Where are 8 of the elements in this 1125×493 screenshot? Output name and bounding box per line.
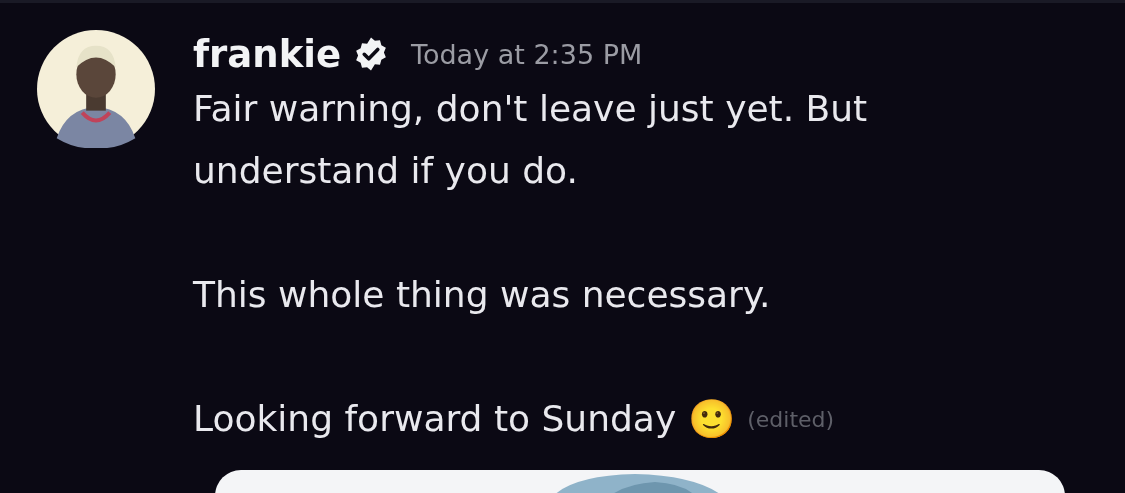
edited-label: (edited) <box>747 406 835 432</box>
message-text: Fair warning, don't leave just yet. But understand if you do. <box>193 87 869 193</box>
timestamp: Today at 2:35 PM <box>411 38 643 70</box>
message-text: Looking forward to Sunday <box>193 397 677 441</box>
emoji: 🙂 <box>688 397 736 441</box>
avatar[interactable] <box>37 30 155 148</box>
message-text: This whole thing was necessary. <box>193 273 772 317</box>
username[interactable]: frankie <box>193 32 342 76</box>
